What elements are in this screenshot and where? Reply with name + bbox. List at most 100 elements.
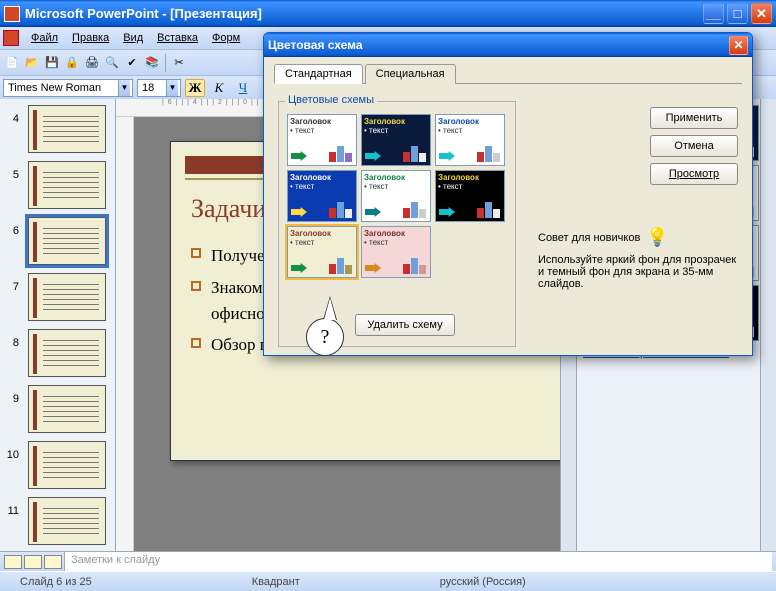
dialog-tabs: Стандартная Специальная [274, 63, 742, 84]
permission-icon[interactable]: 🔒 [63, 54, 81, 72]
apply-button[interactable]: Применить [650, 107, 738, 129]
schemes-groupbox: Цветовые схемы Заголовок • текст Заголов… [278, 101, 516, 347]
open-icon[interactable]: 📂 [23, 54, 41, 72]
callout-tail [324, 298, 336, 320]
menu-view[interactable]: Вид [117, 30, 149, 46]
dialog-body: Стандартная Специальная Цветовые схемы З… [264, 57, 752, 355]
underline-button[interactable]: Ч [233, 79, 253, 97]
maximize-button[interactable]: □ [727, 3, 748, 24]
scheme-option[interactable]: Заголовок • текст [361, 114, 431, 166]
scheme-option[interactable]: Заголовок • текст [361, 170, 431, 222]
scheme-option[interactable]: Заголовок • текст [287, 170, 357, 222]
save-icon[interactable]: 💾 [43, 54, 61, 72]
slide-thumb[interactable] [28, 161, 106, 209]
preview-button[interactable]: Просмотр [650, 163, 738, 185]
scheme-option[interactable]: Заголовок • текст [435, 114, 505, 166]
bold-button[interactable]: Ж [185, 79, 205, 97]
menu-format[interactable]: Форм [206, 30, 246, 46]
arrow-icon [291, 207, 307, 217]
arrow-icon [291, 263, 307, 273]
slide-thumb[interactable] [28, 329, 106, 377]
chevron-down-icon[interactable]: ▼ [118, 80, 130, 96]
delete-scheme-button[interactable]: Удалить схему [355, 314, 455, 336]
scheme-option[interactable]: Заголовок • текст [361, 226, 431, 278]
slide-num: 8 [0, 337, 22, 393]
print-icon[interactable]: 🖨 [83, 54, 101, 72]
document-icon [3, 30, 19, 46]
dialog-close-button[interactable]: ✕ [729, 36, 748, 55]
slide-numbers: 4 5 6 7 8 9 10 11 [0, 99, 22, 551]
spellcheck-icon[interactable]: ✔ [123, 54, 141, 72]
fontsize-combo[interactable]: 18 ▼ [137, 79, 181, 97]
slide-num: 7 [0, 281, 22, 337]
preview-icon[interactable]: 🔍 [103, 54, 121, 72]
bullet-icon [191, 338, 201, 348]
tab-special[interactable]: Специальная [365, 64, 456, 84]
taskpane-scrollbar[interactable] [760, 99, 776, 551]
sorter-view-button[interactable] [24, 555, 42, 569]
scheme-option[interactable]: Заголовок • текст [287, 114, 357, 166]
thumbnails [22, 99, 115, 551]
slide-num: 6 [0, 225, 22, 281]
callout-mark: ? [321, 326, 330, 349]
chevron-down-icon[interactable]: ▼ [166, 80, 178, 96]
tip-body: Используйте яркий фон для прозрачек и те… [538, 254, 738, 290]
arrow-icon [365, 151, 381, 161]
slide-thumb[interactable] [28, 441, 106, 489]
font-combo[interactable]: Times New Roman ▼ [3, 79, 133, 97]
arrow-icon [439, 207, 455, 217]
lightbulb-icon: 💡 [646, 227, 668, 248]
close-button[interactable]: ✕ [751, 3, 772, 24]
arrow-icon [365, 263, 381, 273]
bullet-icon [191, 248, 201, 258]
titlebar: Microsoft PowerPoint - [Презентация] __ … [0, 0, 776, 27]
slides-panel: 4 5 6 7 8 9 10 11 [0, 99, 116, 551]
menu-insert[interactable]: Вставка [151, 30, 204, 46]
statusbar: Слайд 6 из 25 Квадрант русский (Россия) [0, 571, 776, 591]
fontsize-value: 18 [142, 82, 154, 94]
minimize-button[interactable]: __ [703, 3, 724, 24]
status-design: Квадрант [232, 576, 320, 588]
arrow-icon [365, 207, 381, 217]
views-bar: Заметки к слайду [0, 551, 776, 571]
tip-heading: Совет для новичков [538, 232, 640, 244]
menu-edit[interactable]: Правка [66, 30, 115, 46]
callout-bubble: ? [306, 318, 344, 356]
status-language: русский (Россия) [420, 576, 546, 588]
slideshow-view-button[interactable] [44, 555, 62, 569]
slide-thumb[interactable] [28, 385, 106, 433]
dialog-titlebar[interactable]: Цветовая схема ✕ [264, 33, 752, 57]
slide-num: 5 [0, 169, 22, 225]
window-title: Microsoft PowerPoint - [Презентация] [25, 6, 703, 21]
arrow-icon [291, 151, 307, 161]
groupbox-label: Цветовые схемы [285, 94, 377, 106]
slide-thumb-selected[interactable] [28, 217, 106, 265]
slide-num: 11 [0, 505, 22, 561]
slide-thumb[interactable] [28, 273, 106, 321]
app-icon [4, 6, 20, 22]
slide-thumb[interactable] [28, 497, 106, 545]
slide-thumb[interactable] [28, 105, 106, 153]
arrow-icon [439, 151, 455, 161]
italic-button[interactable]: К [209, 79, 229, 97]
separator [165, 54, 166, 72]
vertical-ruler [116, 117, 134, 551]
new-icon[interactable]: 📄 [3, 54, 21, 72]
slide-num: 9 [0, 393, 22, 449]
menu-file[interactable]: Файл [25, 30, 64, 46]
slide-title[interactable]: Задачи [191, 194, 266, 224]
cancel-button[interactable]: Отмена [650, 135, 738, 157]
dialog-scheme-grid: Заголовок • текст Заголовок • текст Заго… [287, 114, 507, 278]
scheme-option[interactable]: Заголовок • текст [435, 170, 505, 222]
research-icon[interactable]: 📚 [143, 54, 161, 72]
notes-pane[interactable]: Заметки к слайду [64, 552, 772, 571]
scheme-option-selected[interactable]: Заголовок • текст [287, 226, 357, 278]
tip-box: Совет для новичков 💡 Используйте яркий ф… [538, 227, 738, 290]
slide-num: 4 [0, 113, 22, 169]
normal-view-button[interactable] [4, 555, 22, 569]
font-value: Times New Roman [8, 82, 101, 94]
help-callout: ? [306, 318, 344, 356]
tab-standard[interactable]: Стандартная [274, 64, 363, 84]
dialog-buttons: Применить Отмена Просмотр [650, 107, 738, 185]
cut-icon[interactable]: ✂ [170, 54, 188, 72]
